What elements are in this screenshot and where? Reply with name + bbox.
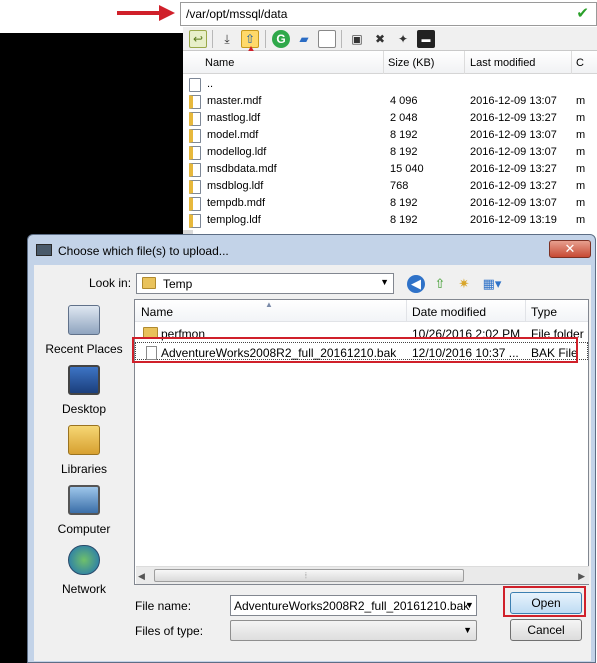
file-icon (189, 112, 201, 126)
column-name[interactable]: Name (205, 57, 234, 69)
files-of-type-label: Files of type: (135, 624, 204, 638)
path-bar[interactable]: /var/opt/mssql/data ✔ (180, 2, 597, 26)
column-extra[interactable]: C (576, 57, 584, 69)
remote-list-header: Name Size (KB) Last modified C (183, 51, 597, 74)
desktop-icon (68, 365, 100, 395)
place-recent-places[interactable]: Recent Places (34, 305, 134, 356)
back-arrow-icon[interactable]: ◀ (407, 275, 425, 293)
close-button[interactable]: ✕ (549, 240, 591, 258)
table-row[interactable]: model.mdf 8 192 2016-12-09 13:07 m (183, 127, 597, 144)
horizontal-scrollbar[interactable]: ◀ ⦙ ▶ (136, 566, 589, 584)
parent-dir-row[interactable]: .. (183, 76, 597, 93)
scroll-right-icon[interactable]: ▶ (578, 571, 585, 582)
folder-icon (142, 277, 156, 289)
place-computer[interactable]: Computer (34, 485, 134, 536)
up-folder-icon[interactable]: ⇧ (431, 275, 449, 293)
place-network[interactable]: Network (34, 545, 134, 596)
table-row[interactable]: tempdb.mdf 8 192 2016-12-09 13:07 m (183, 195, 597, 212)
scrollbar-thumb[interactable]: ⦙ (154, 569, 464, 582)
look-in-combo[interactable]: Temp ▼ (136, 273, 394, 294)
tools-icon[interactable]: ✦ (394, 30, 412, 48)
red-arrow-annotation (117, 5, 175, 21)
file-icon (189, 129, 201, 143)
file-name-input[interactable] (230, 595, 477, 616)
scroll-left-icon[interactable]: ◀ (138, 571, 145, 582)
table-row[interactable]: modellog.ldf 8 192 2016-12-09 13:07 m (183, 144, 597, 161)
new-folder-icon[interactable]: ▰ (295, 30, 313, 48)
computer-icon (68, 485, 100, 515)
delete-icon[interactable]: ✖ (371, 30, 389, 48)
files-of-type-combo[interactable]: ▼ (230, 620, 477, 641)
grip-icon: ⦙ (305, 571, 307, 580)
libraries-icon (68, 425, 100, 455)
file-icon (189, 163, 201, 177)
red-highlight-box (503, 586, 586, 617)
place-desktop[interactable]: Desktop (34, 365, 134, 416)
dialog-list-header: ▲ Name Date modified Type (135, 300, 588, 322)
sort-caret-icon: ▲ (265, 300, 273, 309)
dialog-title: Choose which file(s) to upload... (58, 244, 229, 258)
new-folder-icon[interactable]: ✷ (455, 275, 473, 293)
table-row[interactable]: msdblog.ldf 768 2016-12-09 13:27 m (183, 178, 597, 195)
chevron-down-icon: ▼ (380, 277, 389, 287)
file-icon (189, 180, 201, 194)
look-in-label: Look in: (89, 276, 132, 290)
place-libraries[interactable]: Libraries (34, 425, 134, 476)
column-name[interactable]: Name (141, 305, 173, 319)
file-icon (189, 197, 201, 211)
file-icon (189, 95, 201, 109)
column-last-modified[interactable]: Last modified (470, 57, 535, 69)
column-date-modified[interactable]: Date modified (412, 305, 486, 319)
terminal-icon[interactable]: ▬ (417, 30, 435, 48)
network-icon (68, 545, 100, 575)
places-bar: Recent Places Desktop Libraries Computer… (34, 299, 134, 599)
path-text: /var/opt/mssql/data (186, 7, 288, 21)
go-icon[interactable]: G (272, 30, 290, 48)
parent-dir-icon (189, 78, 201, 92)
checkmark-icon[interactable]: ✔ (576, 4, 589, 22)
recent-places-icon (68, 305, 100, 335)
new-file-icon[interactable] (318, 30, 336, 48)
look-in-value: Temp (163, 277, 193, 291)
open-folder-icon[interactable]: ▣ (348, 30, 366, 48)
column-size[interactable]: Size (KB) (388, 57, 434, 69)
file-icon (189, 146, 201, 160)
app-icon (36, 244, 52, 256)
cancel-button[interactable]: Cancel (510, 619, 582, 641)
table-row[interactable]: templog.ldf 8 192 2016-12-09 13:19 m (183, 212, 597, 229)
table-row[interactable]: msdbdata.mdf 15 040 2016-12-09 13:27 m (183, 161, 597, 178)
file-icon (189, 214, 201, 228)
dialog-titlebar[interactable]: Choose which file(s) to upload... ✕ (28, 235, 595, 265)
chevron-down-icon: ▼ (463, 625, 472, 635)
table-row[interactable]: mastlog.ldf 2 048 2016-12-09 13:27 m (183, 110, 597, 127)
view-menu-icon[interactable]: ▦▾ (479, 275, 505, 293)
download-icon[interactable]: ⤓ (218, 30, 236, 48)
file-name-label: File name: (135, 599, 192, 613)
chevron-down-icon[interactable]: ▼ (465, 600, 474, 610)
back-icon[interactable]: ↩ (189, 30, 207, 48)
table-row[interactable]: master.mdf 4 096 2016-12-09 13:07 m (183, 93, 597, 110)
red-highlight-box (132, 337, 578, 363)
column-type[interactable]: Type (531, 305, 557, 319)
